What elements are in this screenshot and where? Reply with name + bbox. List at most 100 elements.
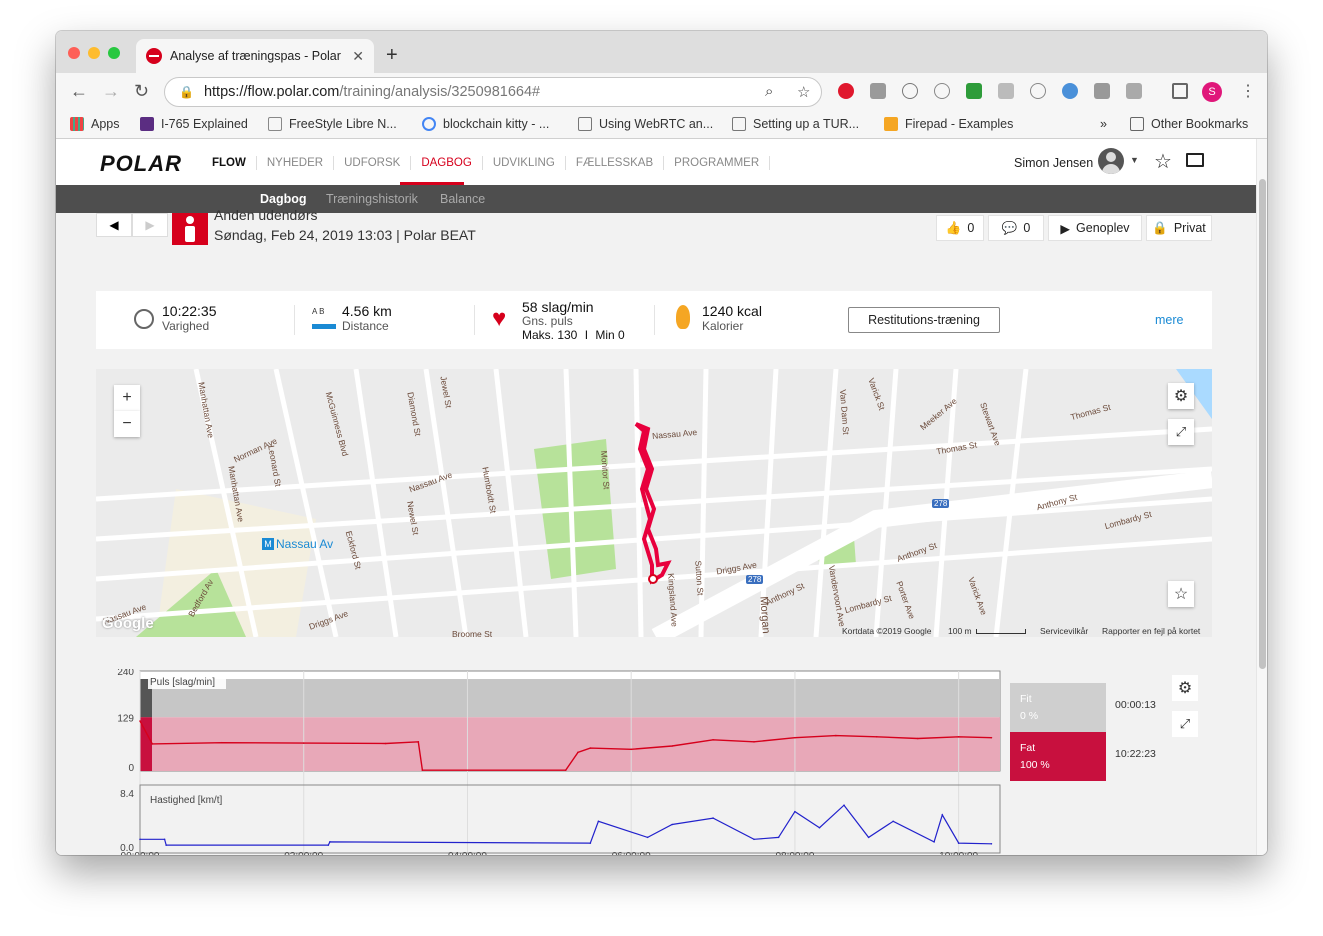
cast-icon[interactable]: [1172, 83, 1188, 99]
more-link[interactable]: mere: [1155, 313, 1183, 327]
bookmark-star-icon[interactable]: ☆: [797, 83, 810, 101]
back-icon[interactable]: ←: [70, 81, 88, 102]
firepad-icon: [884, 117, 898, 131]
extension-s-icon[interactable]: [870, 83, 886, 99]
nav-udforsk[interactable]: UDFORSK: [334, 156, 412, 170]
zoom-in-button[interactable]: +: [114, 385, 140, 411]
forward-icon[interactable]: →: [102, 81, 120, 102]
bookmark-i765[interactable]: I-765 Explained: [140, 117, 248, 131]
close-window-icon[interactable]: [68, 47, 80, 59]
subnav-dagbog[interactable]: Dagbog: [260, 192, 307, 206]
bookmark-apps[interactable]: Apps: [70, 117, 120, 131]
extension-dots-icon[interactable]: [902, 83, 918, 99]
other-bookmarks[interactable]: Other Bookmarks: [1130, 117, 1248, 131]
hr-data-point: [794, 736, 796, 739]
bookmarks-overflow-icon[interactable]: »: [1100, 117, 1107, 131]
hr-data-point: [589, 747, 592, 749]
nav-nyheder[interactable]: NYHEDER: [257, 156, 335, 170]
extension-compass-icon[interactable]: [1062, 83, 1078, 99]
extension-video-icon[interactable]: [998, 83, 1014, 99]
bookmark-turn[interactable]: Setting up a TUR...: [732, 117, 859, 131]
hr-data-point: [916, 737, 919, 740]
time-xtick: 08:00:00: [775, 851, 814, 855]
site-header: POLAR FLOW NYHEDER UDFORSK DAGBOG UDVIKL…: [56, 139, 1256, 185]
hr-ytick: 129: [117, 713, 134, 724]
map-street-labels: Manhattan Ave Manhattan Ave McGuinness B…: [96, 369, 1212, 637]
speed-data-point: [941, 814, 944, 816]
distance-label: Distance: [342, 319, 389, 333]
user-name[interactable]: Simon Jensen: [1014, 156, 1093, 170]
nav-dagbog[interactable]: DAGBOG: [411, 156, 483, 170]
restitution-button[interactable]: Restitutions-træning: [848, 307, 1000, 333]
comment-button[interactable]: 💬 0: [988, 215, 1044, 241]
avg-heartrate-value: 58 slag/min: [522, 299, 594, 315]
map-report-link[interactable]: Rapporter en fejl på kortet: [1102, 626, 1200, 636]
extension-stop-icon[interactable]: [838, 83, 854, 99]
map-favorite-star-icon[interactable]: ☆: [1168, 581, 1194, 607]
page-scrollbar[interactable]: [1256, 139, 1267, 855]
divider: [474, 305, 475, 335]
street-label: Vandervoort Ave: [826, 564, 848, 628]
street-label: Monitor St: [599, 450, 612, 490]
page-content: POLAR FLOW NYHEDER UDFORSK DAGBOG UDVIKL…: [56, 139, 1256, 855]
replay-button[interactable]: ▶ Genoplev: [1048, 215, 1142, 241]
zoom-icon[interactable]: ⌕: [765, 83, 773, 100]
extension-skype-icon[interactable]: [934, 83, 950, 99]
hr-data-point: [835, 734, 837, 737]
map-terms-link[interactable]: Servicevilkår: [1040, 626, 1088, 636]
extension-drop-icon[interactable]: [1030, 83, 1046, 99]
messages-icon[interactable]: [1186, 153, 1204, 167]
session-header: ◀ ▶ Anden udendørs Søndag, Feb 24, 2019 …: [96, 207, 1212, 247]
next-session-button[interactable]: ▶: [132, 213, 168, 237]
bookmark-blockchain[interactable]: blockchain kitty - ...: [422, 117, 549, 131]
bookmark-label: I-765 Explained: [161, 117, 248, 131]
bookmark-firepad[interactable]: Firepad - Examples: [884, 117, 1013, 131]
zone-fat-time: 10:22:23: [1115, 748, 1156, 760]
privacy-button[interactable]: 🔒 Privat: [1146, 215, 1212, 241]
zoom-window-icon[interactable]: [108, 47, 120, 59]
route-map[interactable]: Manhattan Ave Manhattan Ave McGuinness B…: [96, 369, 1212, 637]
subnav-balance[interactable]: Balance: [440, 192, 485, 206]
extension-facebook-icon[interactable]: [1094, 83, 1110, 99]
speed-data-point: [933, 841, 935, 843]
previous-session-button[interactable]: ◀: [96, 213, 132, 237]
bookmark-label: Setting up a TUR...: [753, 117, 860, 131]
page-icon: [732, 117, 746, 131]
chart-fullscreen-icon[interactable]: ⤢: [1172, 711, 1198, 737]
menu-dots-icon[interactable]: ⋮: [1240, 81, 1256, 101]
subway-station[interactable]: M Nassau Av: [262, 537, 333, 551]
bookmark-freestyle[interactable]: FreeStyle Libre N...: [268, 117, 397, 131]
page-icon: [578, 117, 592, 131]
like-button[interactable]: 👍 0: [936, 215, 984, 241]
user-avatar[interactable]: [1098, 148, 1124, 174]
nav-faellesskab[interactable]: FÆLLESSKAB: [566, 156, 665, 170]
extension-cors-icon[interactable]: [966, 83, 982, 99]
user-menu-caret-icon[interactable]: ▼: [1130, 155, 1139, 165]
favorites-star-icon[interactable]: ☆: [1154, 149, 1172, 174]
speed-data-point: [957, 842, 960, 844]
zone-fat[interactable]: Fat 100 %: [1010, 732, 1106, 781]
nav-programmer[interactable]: PROGRAMMER: [664, 156, 771, 170]
nav-udvikling[interactable]: UDVIKLING: [483, 156, 566, 170]
zoom-out-button[interactable]: −: [114, 411, 140, 437]
map-fullscreen-icon[interactable]: ⤢: [1168, 419, 1194, 445]
subnav-traeningshistorik[interactable]: Træningshistorik: [326, 192, 418, 206]
tab-close-icon[interactable]: ✕: [352, 48, 364, 65]
bookmark-webrtc[interactable]: Using WebRTC an...: [578, 117, 713, 131]
nav-flow[interactable]: FLOW: [206, 156, 257, 170]
map-settings-gear-icon[interactable]: ⚙: [1168, 383, 1194, 409]
minimize-window-icon[interactable]: [88, 47, 100, 59]
extension-tab-icon[interactable]: [1126, 83, 1142, 99]
street-label: Broome St: [452, 629, 493, 637]
main-nav: FLOW NYHEDER UDFORSK DAGBOG UDVIKLING FÆ…: [206, 156, 771, 170]
scrollbar-thumb[interactable]: [1259, 179, 1266, 669]
browser-tab[interactable]: Analyse af træningspas - Polar ✕: [136, 39, 374, 73]
address-bar[interactable]: 🔒 https://flow.polar.com /training/analy…: [164, 77, 822, 107]
polar-logo[interactable]: POLAR: [100, 151, 182, 177]
profile-avatar[interactable]: S: [1202, 82, 1222, 102]
play-icon: ▶: [1060, 221, 1071, 236]
zone-fit[interactable]: Fit 0 %: [1010, 683, 1106, 732]
new-tab-icon[interactable]: +: [386, 44, 398, 67]
chart-settings-gear-icon[interactable]: ⚙: [1172, 675, 1198, 701]
reload-icon[interactable]: ↻: [134, 81, 149, 102]
